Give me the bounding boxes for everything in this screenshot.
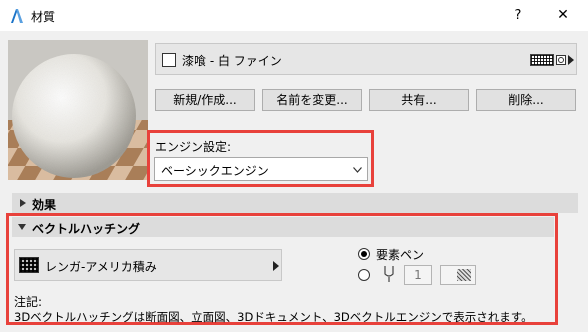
effects-section-header[interactable]: 効果 [12, 193, 578, 213]
rename-button[interactable]: 名前を変更... [262, 89, 362, 111]
material-color-swatch[interactable] [162, 53, 176, 67]
hatch-pattern-icon [530, 54, 554, 66]
material-preview [8, 40, 148, 180]
title-bar: 材質 ? ✕ [0, 0, 588, 31]
texture-icon [556, 55, 566, 65]
engine-value: ベーシックエンジン [161, 164, 269, 178]
brick-pattern-icon [19, 257, 39, 273]
delete-button[interactable]: 削除... [476, 89, 576, 111]
chevron-right-icon [568, 55, 574, 65]
window-title: 材質 [31, 10, 56, 24]
help-button[interactable]: ? [498, 0, 538, 31]
archicad-app-icon [11, 9, 23, 23]
engine-dropdown[interactable]: ベーシックエンジン [154, 157, 368, 181]
effects-section-title: 効果 [32, 198, 57, 212]
preview-render [8, 40, 148, 180]
pen-color-swatch [457, 269, 471, 281]
new-button[interactable]: 新規/作成... [155, 89, 255, 111]
element-pen-radio[interactable] [358, 248, 370, 260]
chevron-down-icon [353, 167, 362, 173]
pen-number-field[interactable]: 1 [404, 265, 432, 285]
expand-right-icon [20, 199, 26, 207]
vector-hatching-title: ベクトルハッチング [32, 222, 141, 236]
custom-pen-radio[interactable] [358, 269, 370, 281]
chevron-right-icon [273, 261, 279, 271]
vector-hatching-section-header[interactable]: ベクトルハッチング [12, 217, 554, 237]
expand-down-icon [18, 224, 26, 230]
hatch-pattern-name: レンガ-アメリカ積み [45, 260, 157, 274]
element-pen-label: 要素ペン [376, 248, 425, 262]
material-selector[interactable]: 漆喰 - 白 ファイン [155, 43, 577, 75]
close-button[interactable]: ✕ [540, 0, 586, 31]
material-name: 漆喰 - 白 ファイン [182, 54, 282, 68]
engine-settings-highlight: エンジン設定: ベーシックエンジン [147, 130, 374, 187]
engine-label: エンジン設定: [155, 140, 232, 154]
hatch-pattern-selector[interactable]: レンガ-アメリカ積み [14, 249, 282, 281]
pen-color-button[interactable] [440, 265, 476, 285]
pen-icon [384, 266, 394, 282]
note-text: 3Dベクトルハッチングは断面図、立面図、3Dドキュメント、3Dベクトルエンジンで… [14, 310, 533, 324]
note-label: 注記: [14, 295, 43, 309]
share-button[interactable]: 共有... [369, 89, 469, 111]
